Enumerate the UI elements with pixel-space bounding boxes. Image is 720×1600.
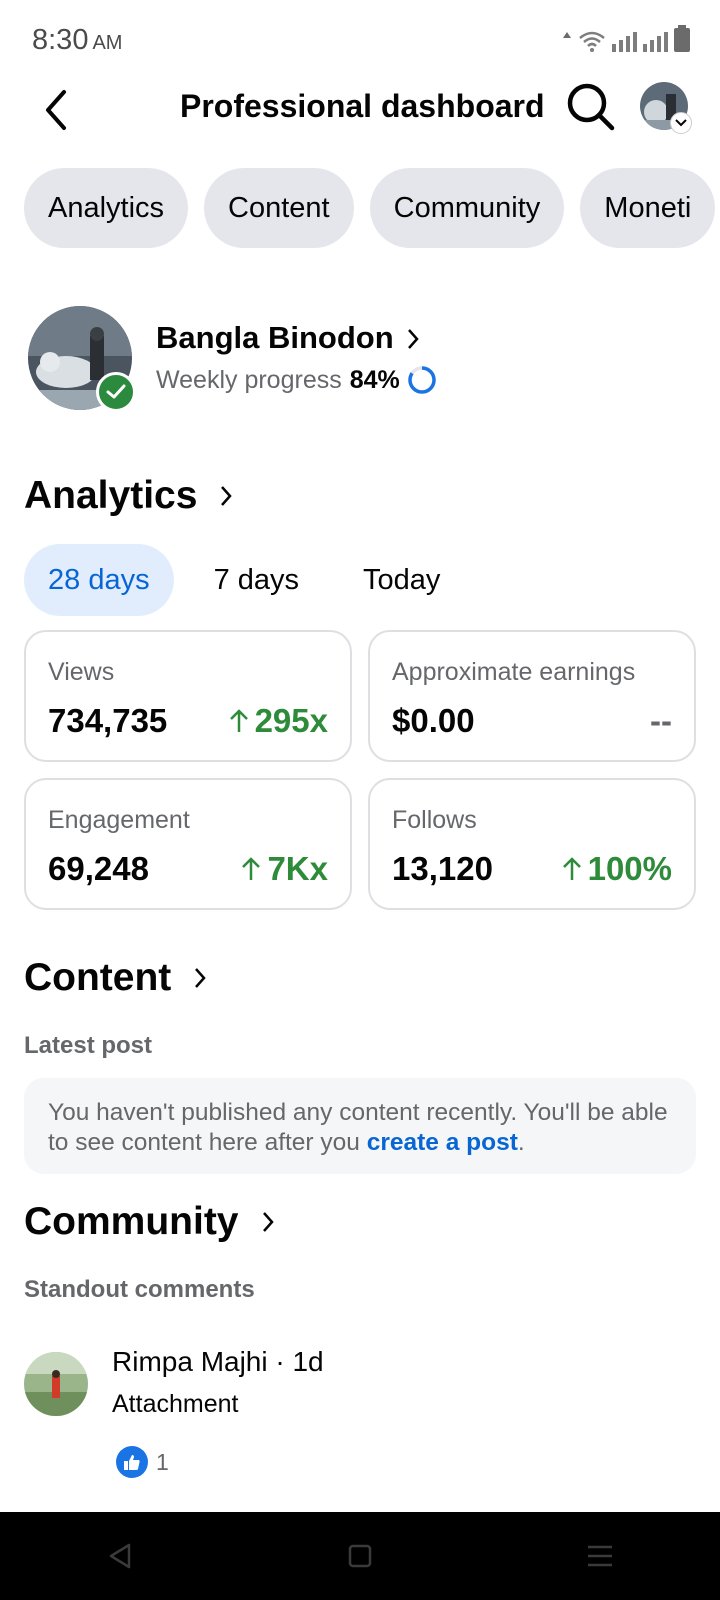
wifi-icon xyxy=(579,31,605,52)
stat-change: 7Kx xyxy=(241,850,328,888)
weekly-progress-value: 84% xyxy=(349,365,400,394)
commenter-avatar-image xyxy=(24,1352,88,1416)
stat-change: -- xyxy=(650,702,672,740)
stats-grid: Views 734,735 295x Approximate earnings … xyxy=(24,630,696,910)
stat-change-value: 295x xyxy=(254,702,328,739)
chevron-down-icon xyxy=(675,119,687,127)
checkmark-icon xyxy=(106,384,126,399)
analytics-section-header[interactable]: Analytics xyxy=(24,474,233,518)
community-section-header[interactable]: Community xyxy=(24,1200,275,1244)
stat-label: Engagement xyxy=(48,806,190,834)
stat-card-earnings[interactable]: Approximate earnings $0.00 -- xyxy=(368,630,696,762)
search-icon xyxy=(567,83,615,131)
weekly-progress-label: Weekly progress xyxy=(156,365,342,394)
stat-change-value: -- xyxy=(650,702,672,739)
range-28-days[interactable]: 28 days xyxy=(24,544,174,616)
comment-author[interactable]: Rimpa Majhi · 1d xyxy=(112,1346,324,1378)
stat-value: $0.00 xyxy=(392,702,475,739)
battery-icon xyxy=(674,25,690,52)
status-bar: 8:30 AM xyxy=(0,0,720,80)
page-title: Professional dashboard xyxy=(180,88,545,124)
tab-community[interactable]: Community xyxy=(369,168,565,248)
arrow-up-icon xyxy=(229,709,248,732)
stat-label: Views xyxy=(48,658,115,686)
status-time: 8:30 AM xyxy=(32,24,122,57)
nav-home-button[interactable] xyxy=(330,1526,390,1586)
header: Professional dashboard xyxy=(0,80,720,170)
analytics-title: Analytics xyxy=(24,474,198,517)
stat-value: 69,248 xyxy=(48,850,149,887)
content-title: Content xyxy=(24,956,172,999)
stat-change: 295x xyxy=(229,702,328,740)
chevron-right-icon xyxy=(221,486,233,506)
content-empty-state: You haven't published any content recent… xyxy=(24,1078,696,1174)
arrow-up-icon xyxy=(242,857,261,880)
tab-monetization[interactable]: Moneti xyxy=(580,168,716,248)
data-arrow-icon xyxy=(563,32,571,38)
stat-card-follows[interactable]: Follows 13,120 100% xyxy=(368,778,696,910)
weekly-progress: Weekly progress 84% xyxy=(156,364,438,396)
square-home-icon xyxy=(348,1544,372,1568)
stat-label: Follows xyxy=(392,806,477,834)
reaction-count: 1 xyxy=(156,1448,169,1475)
nav-recents-button[interactable] xyxy=(570,1526,630,1586)
status-ampm: AM xyxy=(92,32,123,54)
arrow-up-icon xyxy=(562,857,581,880)
back-button[interactable] xyxy=(36,84,76,136)
tab-analytics[interactable]: Analytics xyxy=(24,168,189,248)
menu-lines-icon xyxy=(588,1545,612,1567)
stat-value: 13,120 xyxy=(392,850,493,887)
tab-content[interactable]: Content xyxy=(204,168,354,248)
stat-change-value: 100% xyxy=(587,850,672,887)
community-title: Community xyxy=(24,1200,239,1243)
page-name[interactable]: Bangla Binodon xyxy=(156,320,394,356)
empty-state-end: . xyxy=(517,1129,525,1156)
like-icon xyxy=(116,1446,148,1478)
commenter-avatar[interactable] xyxy=(24,1352,88,1416)
chevron-right-icon xyxy=(195,968,206,988)
profile-summary: Bangla Binodon Weekly progress 84% xyxy=(28,306,688,416)
range-today[interactable]: Today xyxy=(339,544,464,616)
create-post-link[interactable]: create a post xyxy=(367,1129,518,1156)
nav-back-button[interactable] xyxy=(90,1526,150,1586)
content-subtitle: Latest post xyxy=(24,1032,153,1059)
progress-ring-icon xyxy=(408,366,436,394)
content-section-header[interactable]: Content xyxy=(24,956,207,1000)
signal-icon-2 xyxy=(643,30,668,52)
verified-badge xyxy=(96,372,136,412)
chevron-right-icon xyxy=(262,1212,274,1232)
date-range-selector: 28 days 7 days Today xyxy=(24,544,480,616)
comment-reactions[interactable]: 1 xyxy=(116,1446,169,1478)
community-subtitle: Standout comments xyxy=(24,1276,255,1303)
chevron-right-icon xyxy=(408,329,419,349)
signal-icon xyxy=(612,30,637,52)
stat-card-views[interactable]: Views 734,735 295x xyxy=(24,630,352,762)
empty-state-text: You haven't published any content recent… xyxy=(48,1099,668,1156)
system-nav-bar xyxy=(0,1512,720,1600)
stat-change-value: 7Kx xyxy=(267,850,328,887)
stat-card-engagement[interactable]: Engagement 69,248 7Kx xyxy=(24,778,352,910)
tab-bar: Analytics Content Community Moneti xyxy=(24,168,716,248)
triangle-back-icon xyxy=(109,1543,131,1569)
status-icons xyxy=(562,25,690,52)
thumbs-up-icon xyxy=(124,1455,140,1470)
search-button[interactable] xyxy=(566,82,616,132)
stat-label: Approximate earnings xyxy=(392,658,636,686)
account-switcher[interactable] xyxy=(670,112,692,134)
comment-text: Attachment xyxy=(112,1390,239,1418)
stat-value: 734,735 xyxy=(48,702,168,739)
status-clock: 8:30 xyxy=(32,24,89,56)
stat-change: 100% xyxy=(562,850,672,888)
range-7-days[interactable]: 7 days xyxy=(190,544,323,616)
chevron-left-icon xyxy=(46,90,66,130)
